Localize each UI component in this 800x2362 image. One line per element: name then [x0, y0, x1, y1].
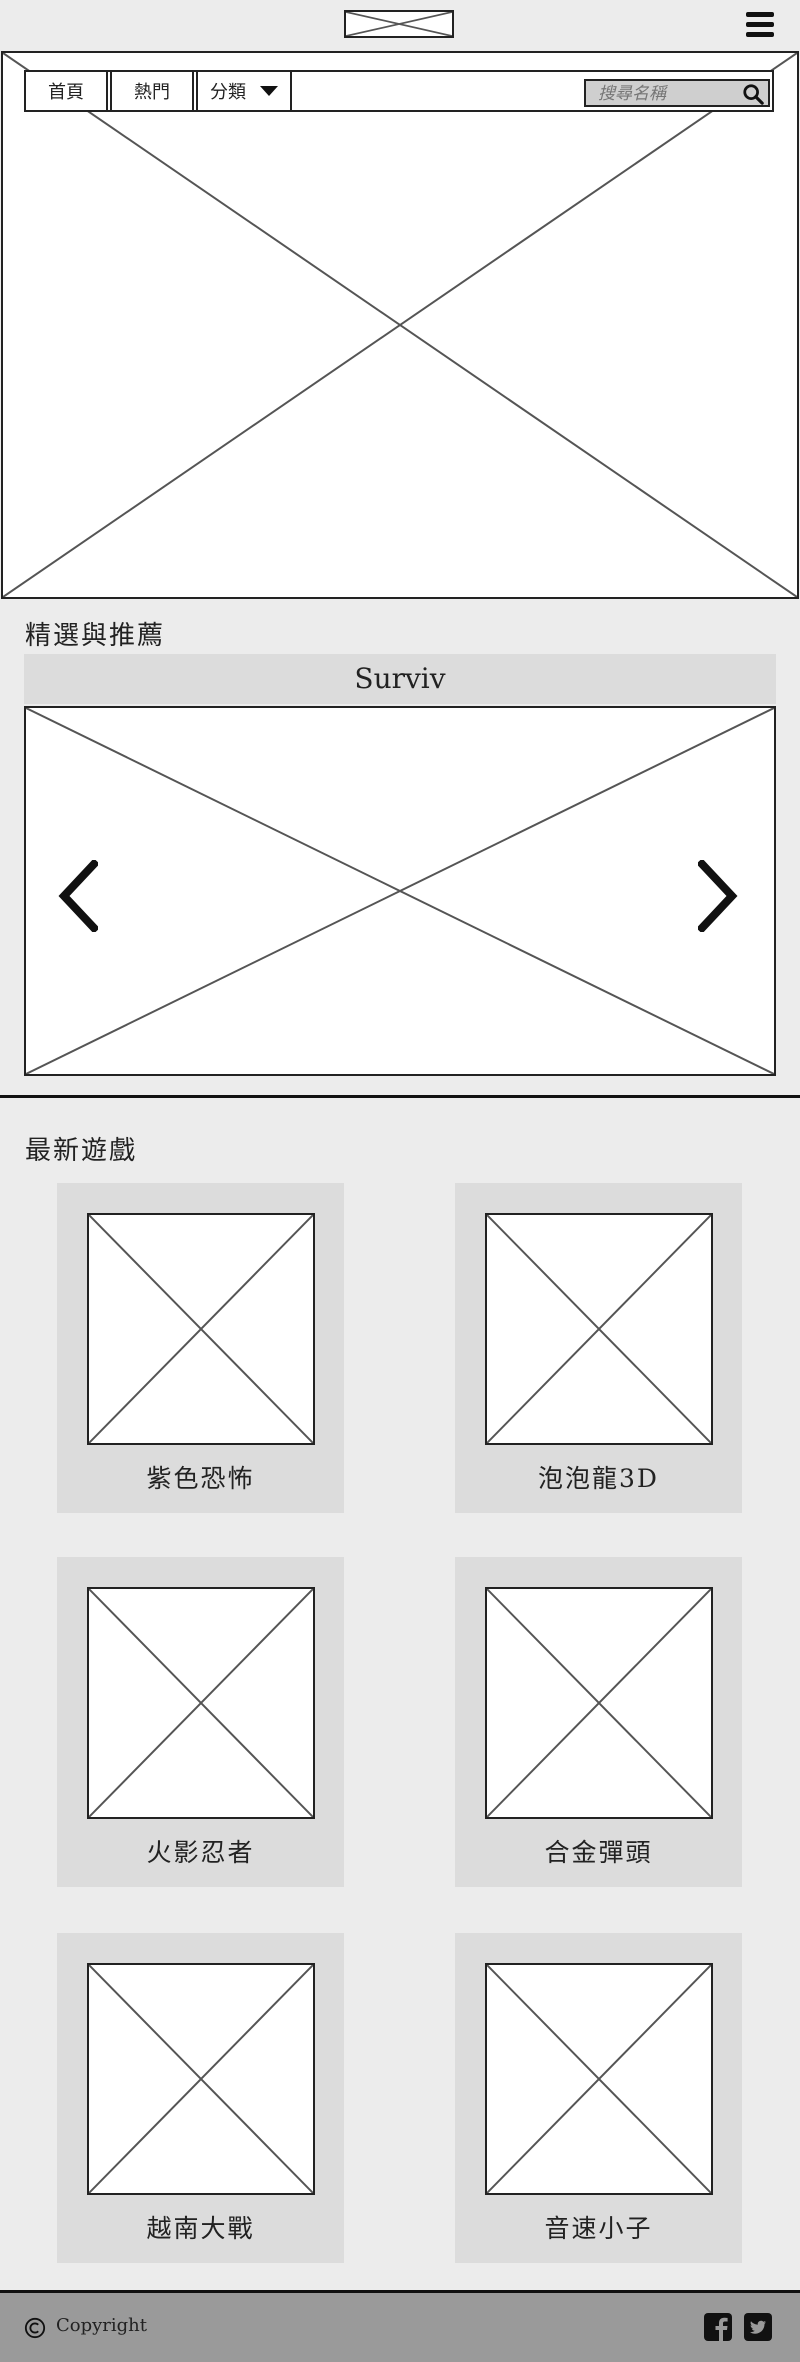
game-card[interactable]: 紫色恐怖: [57, 1183, 344, 1513]
featured-game-title: Surviv: [354, 662, 446, 695]
game-thumbnail: [485, 1963, 713, 2195]
copyright-icon: [24, 2317, 46, 2339]
featured-carousel-image[interactable]: [24, 706, 776, 1076]
search-input[interactable]: [596, 83, 740, 105]
game-name: 泡泡龍3D: [538, 1464, 659, 1493]
game-card[interactable]: 音速小子: [455, 1933, 742, 2263]
nav-category-label: 分類: [210, 82, 246, 103]
search-box[interactable]: [584, 79, 770, 107]
hamburger-menu-icon[interactable]: [746, 12, 774, 38]
game-card[interactable]: 泡泡龍3D: [455, 1183, 742, 1513]
game-card[interactable]: 合金彈頭: [455, 1557, 742, 1887]
featured-game-title-bar: Surviv: [24, 654, 776, 704]
latest-section-title: 最新遊戲: [25, 1136, 138, 1166]
game-thumbnail: [87, 1587, 315, 1819]
carousel-prev-arrow-icon[interactable]: [58, 860, 98, 932]
footer: Copyright: [0, 2290, 800, 2362]
game-thumbnail: [87, 1213, 315, 1445]
hero-banner-image: [1, 51, 799, 599]
facebook-icon[interactable]: [704, 2313, 732, 2341]
game-thumbnail: [485, 1213, 713, 1445]
game-name: 越南大戰: [146, 2214, 255, 2243]
caret-down-icon: [260, 86, 278, 96]
search-icon[interactable]: [742, 83, 764, 105]
logo-placeholder[interactable]: [344, 10, 454, 38]
game-name: 音速小子: [544, 2214, 653, 2243]
nav-home-label: 首頁: [48, 82, 84, 103]
featured-section-title: 精選與推薦: [25, 621, 166, 651]
nav-home-button[interactable]: 首頁: [24, 70, 108, 112]
game-card[interactable]: 火影忍者: [57, 1557, 344, 1887]
carousel-next-arrow-icon[interactable]: [698, 860, 738, 932]
nav-popular-label: 熱門: [134, 82, 170, 103]
nav-category-dropdown[interactable]: 分類: [196, 70, 292, 112]
nav-popular-button[interactable]: 熱門: [110, 70, 194, 112]
game-name: 紫色恐怖: [146, 1464, 255, 1493]
game-card[interactable]: 越南大戰: [57, 1933, 344, 2263]
game-thumbnail: [485, 1587, 713, 1819]
copyright-text: Copyright: [56, 2315, 148, 2336]
game-name: 火影忍者: [146, 1838, 255, 1867]
twitter-icon[interactable]: [744, 2313, 772, 2341]
game-name: 合金彈頭: [544, 1838, 653, 1867]
game-thumbnail: [87, 1963, 315, 2195]
section-divider: [0, 1095, 800, 1098]
